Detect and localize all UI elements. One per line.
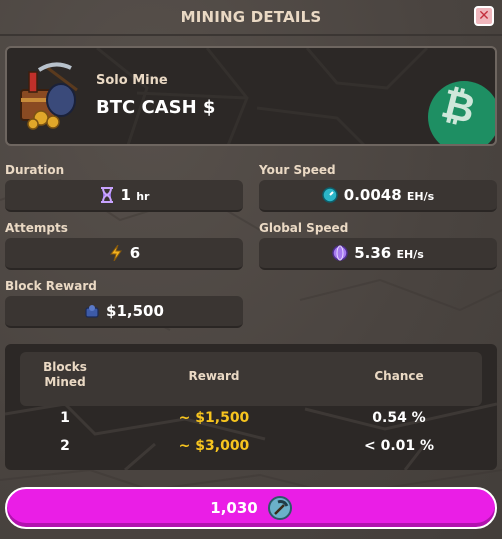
attempts-box: 6: [5, 238, 243, 270]
header-blocks-mined: Blocks Mined: [43, 360, 87, 389]
coin-name: BTC CASH $: [96, 97, 216, 118]
attempts-label: Attempts: [5, 221, 68, 235]
global-speed-value: 5.36: [354, 244, 392, 262]
block-reward-value: $1,500: [106, 302, 164, 320]
header-chance: Chance: [374, 369, 424, 383]
row-1-chance: 0.54 %: [372, 410, 426, 426]
global-speed-label: Global Speed: [259, 221, 349, 235]
coin-logo-glyph: ₿: [436, 80, 480, 134]
duration-value: 1: [120, 186, 131, 204]
modal-header: MINING DETAILS ✕: [0, 0, 502, 34]
mining-cost: 1,030: [210, 499, 258, 517]
duration-box: 1 hr: [5, 180, 243, 212]
coin-stack-icon: [84, 303, 100, 319]
global-speed-box: 5.36 EH/s: [259, 238, 497, 270]
header-divider: [0, 34, 502, 36]
mine-type-label: Solo Mine: [96, 73, 168, 88]
row-1-blocks: 1: [60, 410, 70, 426]
start-mining-button[interactable]: 1,030: [5, 487, 497, 529]
duration-unit: hr: [136, 190, 150, 203]
block-reward-box: $1,500: [5, 296, 243, 328]
block-reward-label: Block Reward: [5, 279, 97, 293]
your-speed-value: 0.0048: [343, 186, 402, 204]
lightning-icon: [108, 245, 124, 261]
bitcoin-cash-logo-icon: ₿: [428, 80, 495, 144]
row-1-reward: ~ $1,500: [178, 410, 250, 426]
coin-hero-card: Solo Mine BTC CASH $ ₿: [5, 46, 497, 146]
blocks-table: Blocks Mined Reward Chance 1 ~ $1,500 0.…: [5, 344, 497, 470]
your-speed-box: 0.0048 EH/s: [259, 180, 497, 212]
row-2-reward: ~ $3,000: [178, 438, 250, 454]
hourglass-icon: [99, 187, 115, 203]
global-speed-unit: EH/s: [396, 248, 424, 261]
pickaxe-icon: [267, 496, 292, 520]
your-speed-unit: EH/s: [406, 190, 435, 203]
mining-details-modal: MINING DETAILS ✕ Solo Mine BTC CASH $ ₿ …: [0, 0, 502, 539]
row-2-blocks: 2: [60, 438, 70, 454]
globe-icon: [332, 245, 348, 261]
close-icon: ✕: [478, 8, 490, 24]
close-button[interactable]: ✕: [474, 6, 494, 26]
attempts-value: 6: [129, 244, 141, 262]
row-2-chance: < 0.01 %: [363, 438, 435, 454]
mining-chest-art: [20, 62, 78, 130]
duration-label: Duration: [5, 163, 65, 177]
your-speed-label: Your Speed: [259, 163, 336, 177]
speed-gauge-icon: [322, 187, 338, 203]
modal-title: MINING DETAILS: [180, 8, 322, 26]
header-reward: Reward: [188, 369, 240, 383]
